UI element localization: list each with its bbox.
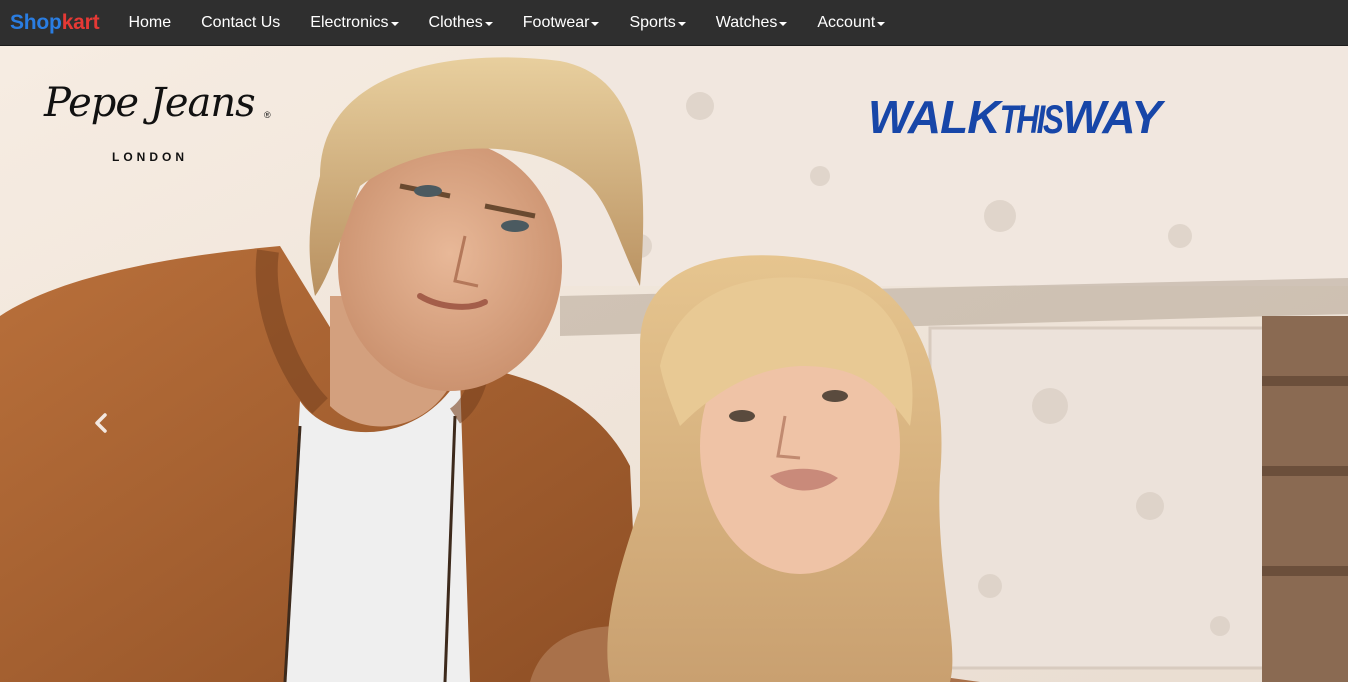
top-navbar: Shopkart Home Contact Us Electronics Clo… <box>0 0 1348 46</box>
nav-home-label: Home <box>128 13 172 31</box>
nav-footwear-dropdown[interactable]: Footwear <box>508 0 615 46</box>
brand-part-kart: kart <box>61 11 100 34</box>
brand-logo[interactable]: Shopkart <box>10 11 100 34</box>
walk-this-way-part2: THIS <box>1000 98 1064 142</box>
nav-sports-dropdown[interactable]: Sports <box>614 0 700 46</box>
pepe-jeans-logo: Pepe Jeans ® LONDON <box>44 80 276 170</box>
nav-clothes-dropdown[interactable]: Clothes <box>414 0 508 46</box>
caret-down-icon <box>484 21 493 26</box>
nav-home-link[interactable]: Home <box>113 0 186 46</box>
nav-watches-dropdown[interactable]: Watches <box>701 0 803 46</box>
pepe-jeans-logo-city: LONDON <box>112 150 188 164</box>
nav-sports-label: Sports <box>629 13 676 31</box>
nav-electronics-label: Electronics <box>310 13 389 31</box>
nav-contact-label: Contact Us <box>201 13 281 31</box>
chevron-left-icon <box>95 413 107 433</box>
walk-this-way-part1: WALK <box>868 91 1000 143</box>
caret-down-icon <box>877 21 886 26</box>
brand-part-shop: Shop <box>10 11 62 34</box>
registered-mark-icon: ® <box>264 110 271 120</box>
walk-this-way-logo: WALKTHISWAY <box>868 91 1162 143</box>
pepe-jeans-logo-script: Pepe Jeans <box>44 80 256 126</box>
caret-down-icon <box>779 21 788 26</box>
caret-down-icon <box>390 21 399 26</box>
nav-electronics-dropdown[interactable]: Electronics <box>295 0 413 46</box>
caret-down-icon <box>591 21 600 26</box>
nav-footwear-label: Footwear <box>522 13 590 31</box>
nav-account-label: Account <box>817 13 876 31</box>
hero-carousel: Pepe Jeans ® LONDON WALKTHISWAY <box>0 46 1348 682</box>
nav-account-dropdown[interactable]: Account <box>802 0 900 46</box>
caret-down-icon <box>677 21 686 26</box>
nav-watches-label: Watches <box>715 13 778 31</box>
nav-clothes-label: Clothes <box>428 13 483 31</box>
carousel-prev-button[interactable] <box>88 408 114 438</box>
walk-this-way-part3: WAY <box>1062 91 1162 143</box>
nav-contact-link[interactable]: Contact Us <box>186 0 295 46</box>
